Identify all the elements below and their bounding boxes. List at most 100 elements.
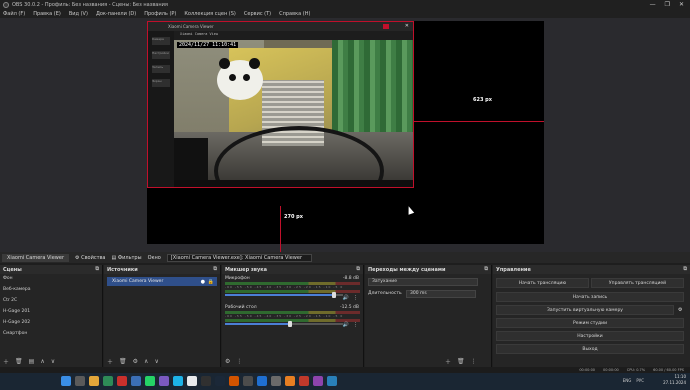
app-icon[interactable] bbox=[131, 376, 141, 386]
app-icon[interactable] bbox=[243, 376, 253, 386]
dock-float-icon[interactable]: ⧉ bbox=[484, 266, 488, 272]
scene-item[interactable]: Фон bbox=[0, 274, 102, 285]
transition-type-select[interactable]: Затухание bbox=[368, 277, 478, 286]
mixer-channel-desktop: Рабочий стол -12.5 dB bbox=[222, 303, 363, 310]
start-recording-button[interactable]: Начать запись bbox=[496, 292, 684, 302]
app-icon[interactable] bbox=[299, 376, 309, 386]
add-scene-button[interactable]: ＋ bbox=[3, 357, 9, 366]
clock-date: 27.11.2024 bbox=[663, 380, 686, 385]
selected-source-bounds[interactable]: Xiaomi Camera Viewer ✕ Камера Настройки … bbox=[147, 21, 414, 188]
tray-language[interactable]: ENG bbox=[623, 378, 632, 383]
scene-item[interactable]: Веб-камера bbox=[0, 285, 102, 296]
remove-source-button[interactable]: 🗑 bbox=[119, 358, 127, 365]
menu-view[interactable]: Вид (V) bbox=[69, 11, 88, 17]
app-icon[interactable] bbox=[117, 376, 127, 386]
app-icon[interactable] bbox=[103, 376, 113, 386]
move-up-button[interactable]: ∧ bbox=[144, 358, 148, 365]
dock-float-icon[interactable]: ⧉ bbox=[213, 266, 217, 272]
source-item[interactable]: Xiaomi Camera Viewer ● 🔒 bbox=[107, 277, 217, 286]
channel-menu-icon[interactable]: ⋮ bbox=[353, 322, 358, 328]
mixer-menu-icon[interactable]: ⋮ bbox=[236, 358, 242, 365]
app-icon[interactable] bbox=[285, 376, 295, 386]
obs-icon[interactable] bbox=[201, 376, 211, 386]
source-properties-button[interactable]: ⚙ bbox=[133, 358, 138, 365]
volume-slider[interactable] bbox=[225, 292, 343, 298]
app-icon[interactable] bbox=[313, 376, 323, 386]
scene-item[interactable]: Сtr 2С bbox=[0, 296, 102, 307]
mixer-toolbar: ⚙ ⋮ bbox=[222, 356, 363, 367]
app-icon[interactable] bbox=[327, 376, 337, 386]
mixer-settings-icon[interactable]: ⚙ bbox=[225, 358, 230, 365]
scene-item[interactable]: H-Gage 201 bbox=[0, 307, 102, 318]
scene-filters-button[interactable]: ▤ bbox=[29, 358, 35, 365]
transitions-toolbar: ＋ 🗑 ⋮ bbox=[365, 356, 491, 367]
dock-float-icon[interactable]: ⧉ bbox=[95, 266, 99, 272]
duration-input[interactable]: 300 ms bbox=[406, 289, 476, 298]
guide-line-right bbox=[414, 121, 544, 122]
start-streaming-button[interactable]: Начать трансляцию bbox=[496, 278, 589, 288]
app-icon[interactable] bbox=[159, 376, 169, 386]
exit-button[interactable]: Выход bbox=[496, 344, 684, 354]
dock-float-icon[interactable]: ⧉ bbox=[683, 266, 687, 272]
menu-profile[interactable]: Профиль (P) bbox=[144, 11, 176, 17]
mute-speaker-icon[interactable]: 🔊 bbox=[343, 295, 349, 301]
studio-mode-button[interactable]: Режим студии bbox=[496, 318, 684, 328]
remove-scene-button[interactable]: 🗑 bbox=[15, 358, 23, 365]
visibility-eye-icon[interactable]: ● bbox=[201, 279, 205, 285]
menu-scene-collection[interactable]: Коллекция сцен (S) bbox=[184, 11, 236, 17]
chrome-icon[interactable] bbox=[187, 376, 197, 386]
telegram-icon[interactable] bbox=[173, 376, 183, 386]
add-transition-button[interactable]: ＋ bbox=[445, 357, 451, 366]
camera-video-feed bbox=[174, 40, 413, 180]
volume-slider[interactable] bbox=[225, 321, 343, 327]
menu-file[interactable]: Файл (F) bbox=[3, 11, 25, 17]
menu-tools[interactable]: Сервис (T) bbox=[244, 11, 271, 17]
preview-area[interactable]: Xiaomi Camera Viewer ✕ Камера Настройки … bbox=[0, 18, 690, 261]
audio-mixer-dock: Микшер звука ⧉ Микрофон -8.8 dB -60 -55 … bbox=[222, 265, 364, 367]
taskbar-apps bbox=[61, 376, 337, 386]
tray-layout[interactable]: РУС bbox=[636, 378, 644, 383]
start-virtual-camera-button[interactable]: Запустить виртуальную камеру bbox=[496, 305, 674, 315]
taskbar-clock[interactable]: 11:10 27.11.2024 bbox=[663, 374, 686, 386]
file-explorer-icon[interactable] bbox=[89, 376, 99, 386]
menu-edit[interactable]: Правка (E) bbox=[33, 11, 61, 17]
app-icon[interactable] bbox=[271, 376, 281, 386]
sources-toolbar: ＋ 🗑 ⚙ ∧ ∨ bbox=[104, 356, 220, 367]
app-icon[interactable] bbox=[257, 376, 267, 386]
maximize-button[interactable]: ❐ bbox=[665, 1, 670, 8]
properties-button[interactable]: ⚙ Свойства bbox=[75, 255, 106, 261]
scene-item[interactable]: H-Gage 202 bbox=[0, 318, 102, 329]
volume-meter bbox=[225, 290, 360, 293]
camera-side-item: Экран bbox=[152, 79, 170, 87]
manage-broadcast-button[interactable]: Управлять трансляцией bbox=[591, 278, 684, 288]
scene-item[interactable]: Смартфон bbox=[0, 329, 102, 340]
docks-area: Сцены ⧉ Фон Веб-камера Сtr 2С H-Gage 201… bbox=[0, 265, 690, 367]
transition-duration-row: Длительность 300 ms bbox=[368, 289, 488, 298]
move-down-button[interactable]: ∨ bbox=[51, 358, 55, 365]
channel-menu-icon[interactable]: ⋮ bbox=[353, 295, 358, 301]
dock-float-icon[interactable]: ⧉ bbox=[356, 266, 360, 272]
properties-label: Свойства bbox=[81, 254, 106, 261]
lock-icon[interactable]: 🔒 bbox=[208, 279, 214, 285]
steam-icon[interactable] bbox=[215, 376, 225, 386]
mute-speaker-icon[interactable]: 🔊 bbox=[343, 322, 349, 328]
add-source-button[interactable]: ＋ bbox=[107, 357, 113, 366]
start-icon[interactable] bbox=[61, 376, 71, 386]
whatsapp-icon[interactable] bbox=[145, 376, 155, 386]
minimize-button[interactable]: — bbox=[650, 1, 656, 8]
move-down-button[interactable]: ∨ bbox=[154, 358, 158, 365]
search-icon[interactable] bbox=[75, 376, 85, 386]
menu-help[interactable]: Справка (H) bbox=[279, 11, 310, 17]
filters-button[interactable]: ▤ Фильтры bbox=[112, 255, 142, 261]
window-select[interactable]: [Xiaomi Camera Viewer.exe]: Xiaomi Camer… bbox=[166, 253, 312, 262]
remove-transition-button[interactable]: 🗑 bbox=[457, 358, 465, 365]
move-up-button[interactable]: ∧ bbox=[40, 358, 44, 365]
transition-menu-icon[interactable]: ⋮ bbox=[471, 358, 477, 365]
menu-docks[interactable]: Док-панели (D) bbox=[96, 11, 136, 17]
app-icon[interactable] bbox=[229, 376, 239, 386]
cpu-usage: CPU: 0.7% bbox=[626, 368, 646, 372]
scenes-toolbar: ＋ 🗑 ▤ ∧ ∨ bbox=[0, 356, 102, 367]
settings-button[interactable]: Настройки bbox=[496, 331, 684, 341]
virtual-camera-settings-icon[interactable]: ⚙ bbox=[678, 307, 682, 313]
close-button[interactable]: ✕ bbox=[679, 1, 684, 8]
